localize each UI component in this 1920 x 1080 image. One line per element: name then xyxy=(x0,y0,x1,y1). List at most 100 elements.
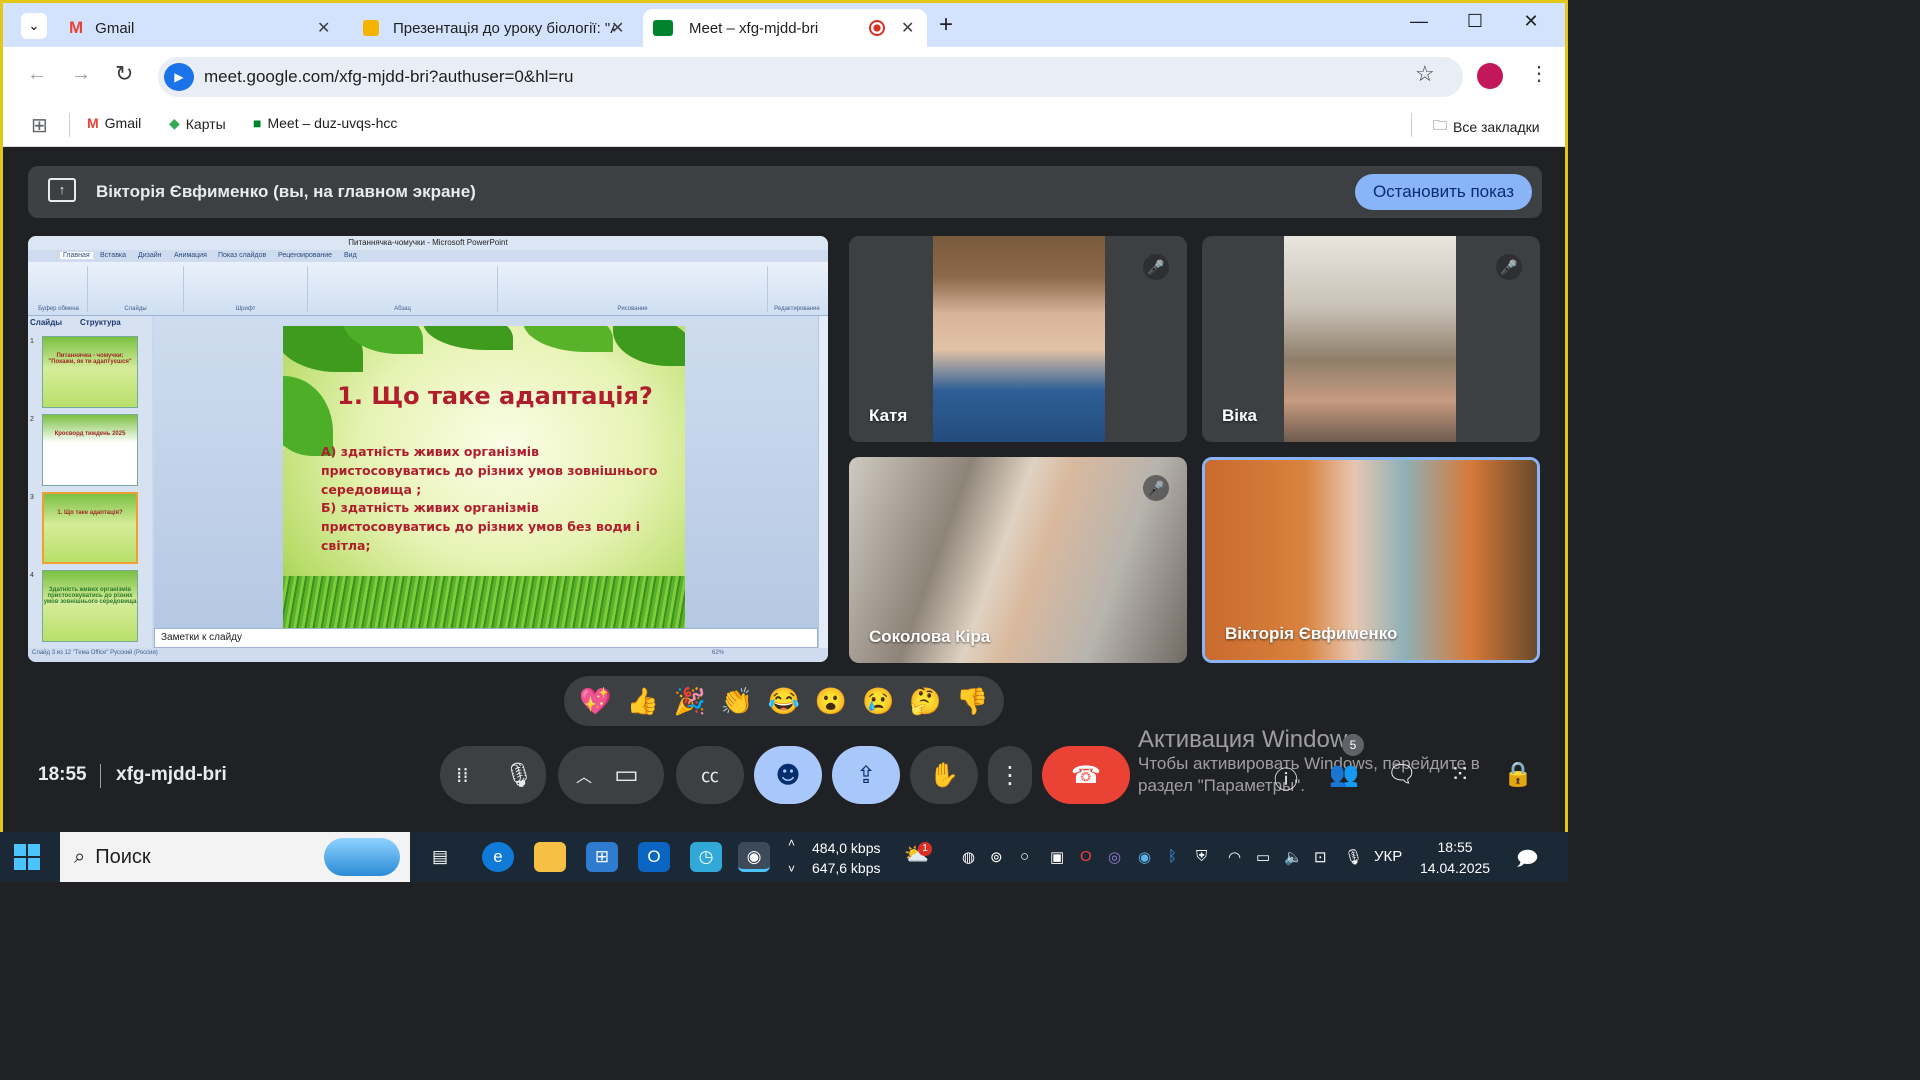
notifications-icon[interactable]: 🗩 xyxy=(1516,844,1538,878)
participant-name: Катя xyxy=(869,406,908,425)
ppt-tab: Дизайн xyxy=(138,252,162,259)
tab-meet[interactable]: Meet – xfg-mjdd-bri ✕ xyxy=(643,9,927,47)
camera-group: ︿ ▭ xyxy=(558,746,664,804)
screenshot-icon[interactable]: ▣ xyxy=(1050,848,1064,866)
clap-reaction[interactable]: 👏 xyxy=(721,686,753,717)
mic-off-icon: 🎤 xyxy=(1496,254,1522,280)
captions-button[interactable]: ㏄ xyxy=(676,746,744,804)
bookmark-maps[interactable]: ◆ Карты xyxy=(169,115,226,132)
host-controls-icon[interactable]: 🔒 xyxy=(1498,760,1538,788)
viber-icon[interactable]: ◎ xyxy=(1108,848,1121,866)
start-button[interactable] xyxy=(14,844,40,870)
chrome-icon[interactable]: ◉ xyxy=(738,842,770,872)
leave-call-button[interactable]: ☎ xyxy=(1042,746,1130,804)
ppt-zoom: 62% xyxy=(712,650,725,656)
site-info-icon[interactable]: ▶ xyxy=(164,63,194,91)
forward-icon[interactable]: → xyxy=(71,63,91,86)
more-options-button[interactable]: ⋮ xyxy=(988,746,1032,804)
close-icon[interactable]: ✕ xyxy=(317,18,330,38)
display-icon[interactable]: ⊡ xyxy=(1314,848,1327,866)
taskbar-clock[interactable]: 18:55 14.04.2025 xyxy=(1420,837,1490,879)
vpn-icon[interactable]: ◍ xyxy=(962,848,975,866)
tab-gmail[interactable]: M Gmail ✕ xyxy=(61,9,337,47)
close-icon[interactable]: ✕ xyxy=(901,18,914,38)
security-icon[interactable]: ⛨ xyxy=(1196,848,1207,865)
party-reaction[interactable]: 🎉 xyxy=(674,686,706,717)
task-view-icon[interactable]: ▤ xyxy=(424,842,456,872)
participant-tile[interactable]: 🎤 Катя xyxy=(849,236,1187,442)
meet-icon: ■ xyxy=(253,115,262,131)
store-icon[interactable]: ⊞ xyxy=(586,842,618,872)
ppt-tab: Рецензирование xyxy=(278,252,333,259)
all-bookmarks[interactable]: 🗀 Все закладки xyxy=(1433,115,1540,139)
chevron-up-icon[interactable]: ˄ xyxy=(788,836,795,850)
microphone-tray-icon[interactable]: 🎙 xyxy=(1344,848,1363,866)
taskbar: ⌕ Поиск ▤ e ⊞ O ◷ ◉ ˄ ˅ 484,0 kbps 647,6… xyxy=(0,832,1568,882)
stop-presenting-button[interactable]: Остановить показ xyxy=(1354,174,1532,210)
bookmark-gmail[interactable]: M Gmail xyxy=(87,115,141,131)
microphone-button[interactable]: 🎙 xyxy=(492,746,546,804)
chevron-down-icon[interactable]: ˅ xyxy=(788,862,795,876)
participant-tile-active[interactable]: Вікторія Євфименко xyxy=(1202,457,1540,663)
camera-button[interactable]: ▭ xyxy=(614,760,639,790)
thumbs-up-reaction[interactable]: 👍 xyxy=(626,686,658,717)
sad-reaction[interactable]: 😢 xyxy=(862,686,894,717)
mic-group: ⁞⁞ 🎙 xyxy=(440,746,546,804)
tab-presentation[interactable]: Презентація до уроку біології: "А ✕ xyxy=(355,9,631,47)
profile-avatar[interactable] xyxy=(1477,63,1503,89)
present-button[interactable]: ⇪ xyxy=(832,746,900,804)
thinking-reaction[interactable]: 🤔 xyxy=(909,686,941,717)
taskbar-search[interactable]: ⌕ Поиск xyxy=(60,832,410,882)
ppt-tab: Вид xyxy=(344,252,357,259)
tab-search-icon[interactable]: ⌄ xyxy=(21,13,47,39)
back-icon[interactable]: ← xyxy=(27,63,47,86)
close-window-icon[interactable]: ✕ xyxy=(1511,11,1551,32)
apps-grid-icon[interactable]: ⊞ xyxy=(31,113,48,138)
chat-icon[interactable]: 🗨 xyxy=(1382,760,1422,788)
close-icon[interactable]: ✕ xyxy=(611,18,624,38)
volume-icon[interactable]: 🔈 xyxy=(1284,848,1303,866)
tray-app-icon[interactable]: ○ xyxy=(1020,848,1029,865)
file-explorer-icon[interactable] xyxy=(534,842,566,872)
chevron-up-icon[interactable]: ︿ xyxy=(576,763,592,787)
omnibox[interactable]: ▶ meet.google.com/xfg-mjdd-bri?authuser=… xyxy=(158,57,1463,97)
raise-hand-button[interactable]: ✋ xyxy=(910,746,978,804)
participant-tile[interactable]: 🎤 Віка xyxy=(1202,236,1540,442)
reload-icon[interactable]: ↻ xyxy=(115,61,133,87)
network-speed: 484,0 kbps 647,6 kbps xyxy=(812,838,881,878)
thumbs-down-reaction[interactable]: 👎 xyxy=(956,686,988,717)
bookmark-meet[interactable]: ■ Meet – duz-uvqs-hcc xyxy=(253,115,397,131)
maximize-icon[interactable]: ☐ xyxy=(1455,11,1495,32)
edge-icon[interactable]: e xyxy=(482,842,514,872)
wifi-icon[interactable]: ◠ xyxy=(1228,848,1241,866)
shared-screen: Питаннячка-чомучки - Microsoft PowerPoin… xyxy=(28,236,828,662)
activities-icon[interactable]: ⁙ xyxy=(1440,760,1480,788)
language-indicator[interactable]: УКР xyxy=(1374,848,1402,865)
people-icon[interactable]: 👥 xyxy=(1324,760,1364,788)
reactions-button[interactable]: ☻ xyxy=(754,746,822,804)
laugh-reaction[interactable]: 😂 xyxy=(768,686,800,717)
ppt-window-title: Питаннячка-чомучки - Microsoft PowerPoin… xyxy=(28,236,828,250)
clock-date: 14.04.2025 xyxy=(1420,860,1491,876)
clock-time: 18:55 xyxy=(1437,839,1473,855)
slide-thumb: Здатність живих організмів пристосовуват… xyxy=(42,570,138,642)
bluetooth-icon[interactable]: ᛒ xyxy=(1168,848,1177,865)
new-tab-icon[interactable]: + xyxy=(939,11,953,39)
menu-icon[interactable]: ⋮ xyxy=(1529,61,1549,86)
info-icon[interactable]: ⓘ xyxy=(1266,760,1306,795)
sync-icon[interactable]: ⊚ xyxy=(990,848,1003,866)
outlook-icon[interactable]: O xyxy=(638,842,670,872)
minimize-icon[interactable]: — xyxy=(1399,11,1439,32)
participant-tile[interactable]: 🎤 Соколова Кіра xyxy=(849,457,1187,663)
battery-icon[interactable]: ▭ xyxy=(1256,848,1270,866)
ppt-scrollbar xyxy=(818,316,828,648)
surprised-reaction[interactable]: 😮 xyxy=(815,686,847,717)
heart-reaction[interactable]: 💖 xyxy=(579,686,611,717)
chrome-tray-icon[interactable]: ◉ xyxy=(1138,848,1151,866)
bookmark-star-icon[interactable]: ☆ xyxy=(1415,61,1435,87)
opera-icon[interactable]: O xyxy=(1080,848,1092,865)
bookmark-label: Карты xyxy=(185,115,226,132)
more-icon: ⋮ xyxy=(998,761,1022,789)
clock-app-icon[interactable]: ◷ xyxy=(690,842,722,872)
leaf-decor xyxy=(523,326,613,352)
